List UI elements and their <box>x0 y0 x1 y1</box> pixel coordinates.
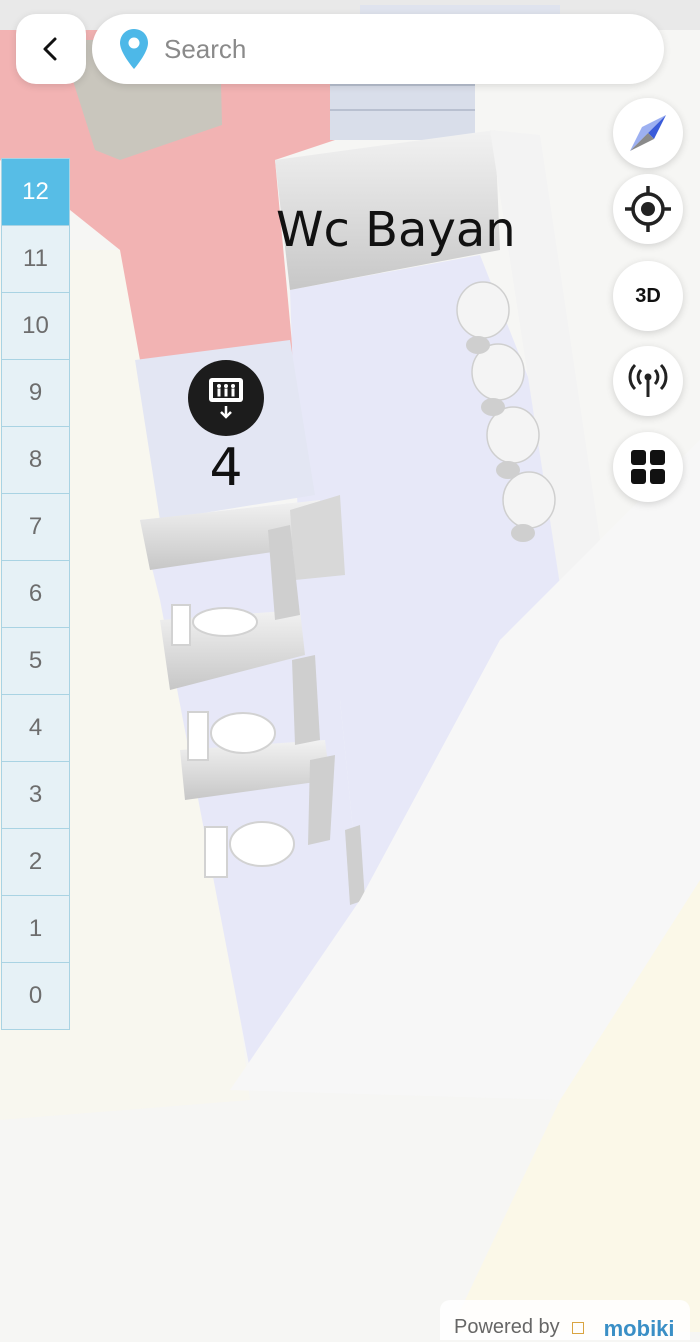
broadcast-icon <box>628 363 668 397</box>
back-button[interactable] <box>16 14 86 84</box>
powered-by-badge: Powered by mobiki <box>440 1300 690 1341</box>
compass-icon <box>630 115 666 151</box>
floor-8[interactable]: 8 <box>2 427 69 494</box>
elevator-marker[interactable] <box>188 360 264 436</box>
locate-me-button[interactable] <box>613 174 683 244</box>
floor-4[interactable]: 4 <box>2 695 69 762</box>
floor-12[interactable]: 12 <box>2 159 69 226</box>
grid-icon <box>631 450 665 484</box>
brand-name: mobiki <box>603 1316 675 1341</box>
brand-logo-icon <box>572 1322 584 1334</box>
floor-5[interactable]: 5 <box>2 628 69 695</box>
floor-1[interactable]: 1 <box>2 896 69 963</box>
compass-button[interactable] <box>613 98 683 168</box>
elevator-icon <box>209 378 243 419</box>
floor-11[interactable]: 11 <box>2 226 69 293</box>
categories-button[interactable] <box>613 432 683 502</box>
beacon-button[interactable] <box>613 346 683 416</box>
elevator-floor-number: 4 <box>209 438 243 498</box>
floor-7[interactable]: 7 <box>2 494 69 561</box>
powered-by-text: Powered by <box>454 1316 560 1338</box>
search-bar[interactable] <box>92 14 664 84</box>
view-3d-button[interactable]: 3D <box>613 261 683 331</box>
view-3d-label: 3D <box>635 284 661 307</box>
floor-selector: 12 11 10 9 8 7 6 5 4 3 2 1 0 <box>1 158 70 1030</box>
floor-2[interactable]: 2 <box>2 829 69 896</box>
crosshair-icon <box>625 186 671 232</box>
chevron-left-icon <box>43 37 57 61</box>
search-input[interactable] <box>162 32 626 66</box>
indoor-map[interactable] <box>0 0 700 1332</box>
floor-0[interactable]: 0 <box>2 963 69 1029</box>
floor-9[interactable]: 9 <box>2 360 69 427</box>
floor-6[interactable]: 6 <box>2 561 69 628</box>
room-label[interactable]: Wc Bayan <box>276 202 516 258</box>
floor-3[interactable]: 3 <box>2 762 69 829</box>
location-pin-icon <box>120 29 148 69</box>
floor-10[interactable]: 10 <box>2 293 69 360</box>
